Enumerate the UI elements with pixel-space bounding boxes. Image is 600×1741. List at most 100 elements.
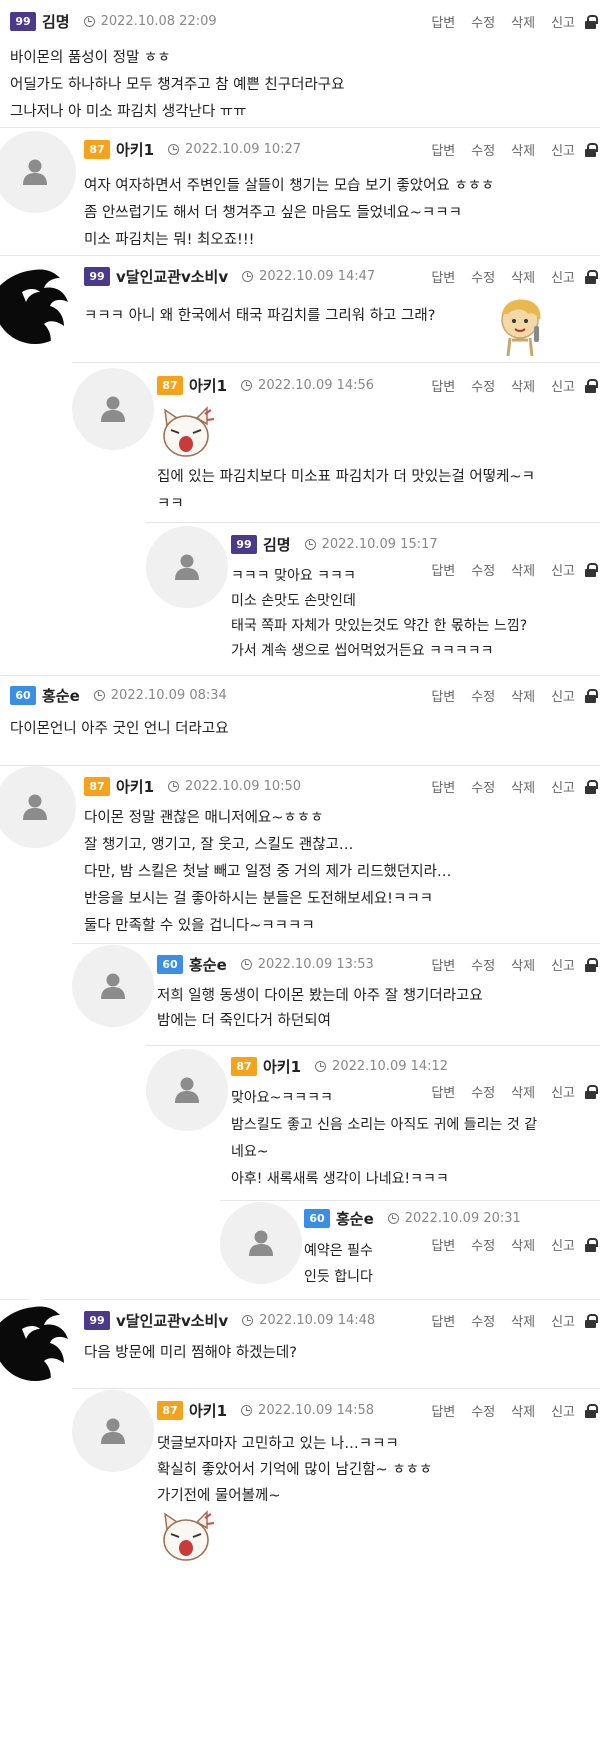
- avatar[interactable]: [72, 945, 154, 1027]
- avatar[interactable]: [0, 262, 76, 344]
- nickname[interactable]: 아키1: [189, 375, 227, 396]
- report-button[interactable]: 신고: [551, 777, 575, 796]
- lock-icon[interactable]: [585, 142, 598, 157]
- avatar[interactable]: [146, 1049, 228, 1131]
- separator: [220, 1200, 600, 1201]
- edit-button[interactable]: 수정: [471, 1235, 495, 1254]
- clock-icon: [240, 958, 252, 970]
- delete-button[interactable]: 삭제: [511, 140, 535, 159]
- edit-button[interactable]: 수정: [471, 777, 495, 796]
- user-icon: [23, 159, 47, 185]
- reply-button[interactable]: 답변: [431, 12, 455, 31]
- edit-button[interactable]: 수정: [471, 140, 495, 159]
- user-icon: [175, 1077, 199, 1103]
- avatar[interactable]: [220, 1202, 302, 1284]
- delete-button[interactable]: 삭제: [511, 1401, 535, 1420]
- report-button[interactable]: 신고: [551, 140, 575, 159]
- comment-header: 87 아키1 2022.10.09 14:58: [157, 1398, 374, 1422]
- edit-button[interactable]: 수정: [471, 1401, 495, 1420]
- nickname[interactable]: 홍순e: [336, 1208, 374, 1229]
- comment-header: 99 v달인교관v소비v 2022.10.09 14:48: [84, 1308, 375, 1332]
- clock-icon: [93, 689, 105, 701]
- level-badge: 99: [84, 1310, 110, 1330]
- nickname[interactable]: 김명: [42, 11, 70, 32]
- edit-button[interactable]: 수정: [471, 686, 495, 705]
- lock-icon[interactable]: [585, 1313, 598, 1328]
- report-button[interactable]: 신고: [551, 686, 575, 705]
- timestamp: 2022.10.09 14:48: [242, 1313, 375, 1328]
- edit-button[interactable]: 수정: [471, 955, 495, 974]
- nickname[interactable]: 아키1: [189, 1400, 227, 1421]
- report-button[interactable]: 신고: [551, 267, 575, 286]
- comment-body: 여자 여자하면서 주변인들 살뜰이 챙기는 모습 보기 좋았어요 ㅎㅎㅎ 좀 안…: [84, 178, 495, 248]
- reply-button[interactable]: 답변: [431, 1401, 455, 1420]
- reply-button[interactable]: 답변: [431, 267, 455, 286]
- lock-icon[interactable]: [585, 957, 598, 972]
- delete-button[interactable]: 삭제: [511, 1311, 535, 1330]
- comment-header: 60 홍순e 2022.10.09 13:53: [157, 952, 374, 976]
- delete-button[interactable]: 삭제: [511, 1235, 535, 1254]
- avatar[interactable]: [72, 1390, 154, 1472]
- avatar[interactable]: [0, 1299, 76, 1381]
- nickname[interactable]: 홍순e: [189, 954, 227, 975]
- nickname[interactable]: 홍순e: [42, 685, 80, 706]
- report-button[interactable]: 신고: [551, 12, 575, 31]
- delete-button[interactable]: 삭제: [511, 376, 535, 395]
- edit-button[interactable]: 수정: [471, 1311, 495, 1330]
- edit-button[interactable]: 수정: [471, 376, 495, 395]
- nickname[interactable]: v달인교관v소비v: [116, 1310, 228, 1331]
- reply-button[interactable]: 답변: [431, 140, 455, 159]
- avatar[interactable]: [72, 368, 154, 450]
- delete-button[interactable]: 삭제: [511, 267, 535, 286]
- comment-header: 99 김명 2022.10.09 15:17: [231, 532, 438, 556]
- nickname[interactable]: 김명: [263, 534, 291, 555]
- reply-button[interactable]: 답변: [431, 376, 455, 395]
- comment-body: 다음 방문에 미리 찜해야 하겠는데?: [84, 1345, 297, 1361]
- report-button[interactable]: 신고: [551, 1235, 575, 1254]
- level-badge: 60: [157, 954, 183, 974]
- level-badge: 99: [84, 266, 110, 286]
- reply-button[interactable]: 답변: [431, 1235, 455, 1254]
- delete-button[interactable]: 삭제: [511, 777, 535, 796]
- avatar[interactable]: [146, 526, 228, 608]
- nickname[interactable]: 아키1: [116, 139, 154, 160]
- lock-icon[interactable]: [585, 1084, 598, 1099]
- comment-header: 87 아키1 2022.10.09 14:12: [231, 1054, 448, 1078]
- reply-button[interactable]: 답변: [431, 1311, 455, 1330]
- lock-icon[interactable]: [585, 269, 598, 284]
- report-button[interactable]: 신고: [551, 560, 575, 579]
- report-button[interactable]: 신고: [551, 1082, 575, 1101]
- reply-button[interactable]: 답변: [431, 777, 455, 796]
- delete-button[interactable]: 삭제: [511, 12, 535, 31]
- comment-actions: 답변 수정 삭제 신고: [415, 376, 598, 395]
- lock-icon[interactable]: [585, 14, 598, 29]
- report-button[interactable]: 신고: [551, 955, 575, 974]
- clock-icon: [304, 538, 316, 550]
- reply-button[interactable]: 답변: [431, 955, 455, 974]
- report-button[interactable]: 신고: [551, 1311, 575, 1330]
- delete-button[interactable]: 삭제: [511, 955, 535, 974]
- reply-button[interactable]: 답변: [431, 686, 455, 705]
- lock-icon[interactable]: [585, 1403, 598, 1418]
- clock-icon: [315, 1060, 327, 1072]
- clock-icon: [241, 379, 253, 391]
- lock-icon[interactable]: [585, 1237, 598, 1252]
- delete-button[interactable]: 삭제: [511, 686, 535, 705]
- nickname[interactable]: v달인교관v소비v: [116, 266, 228, 287]
- report-button[interactable]: 신고: [551, 376, 575, 395]
- edit-button[interactable]: 수정: [471, 12, 495, 31]
- report-button[interactable]: 신고: [551, 1401, 575, 1420]
- avatar[interactable]: [0, 766, 76, 848]
- clock-icon: [387, 1212, 399, 1224]
- clock-icon: [83, 15, 95, 27]
- nickname[interactable]: 아키1: [263, 1056, 301, 1077]
- lock-icon[interactable]: [585, 688, 598, 703]
- timestamp: 2022.10.09 13:53: [240, 957, 374, 972]
- lock-icon[interactable]: [585, 378, 598, 393]
- nickname[interactable]: 아키1: [116, 776, 154, 797]
- comment-header: 87 아키1 2022.10.09 14:56: [157, 373, 374, 397]
- edit-button[interactable]: 수정: [471, 267, 495, 286]
- avatar[interactable]: [0, 131, 76, 213]
- lock-icon[interactable]: [585, 779, 598, 794]
- lock-icon[interactable]: [585, 562, 598, 577]
